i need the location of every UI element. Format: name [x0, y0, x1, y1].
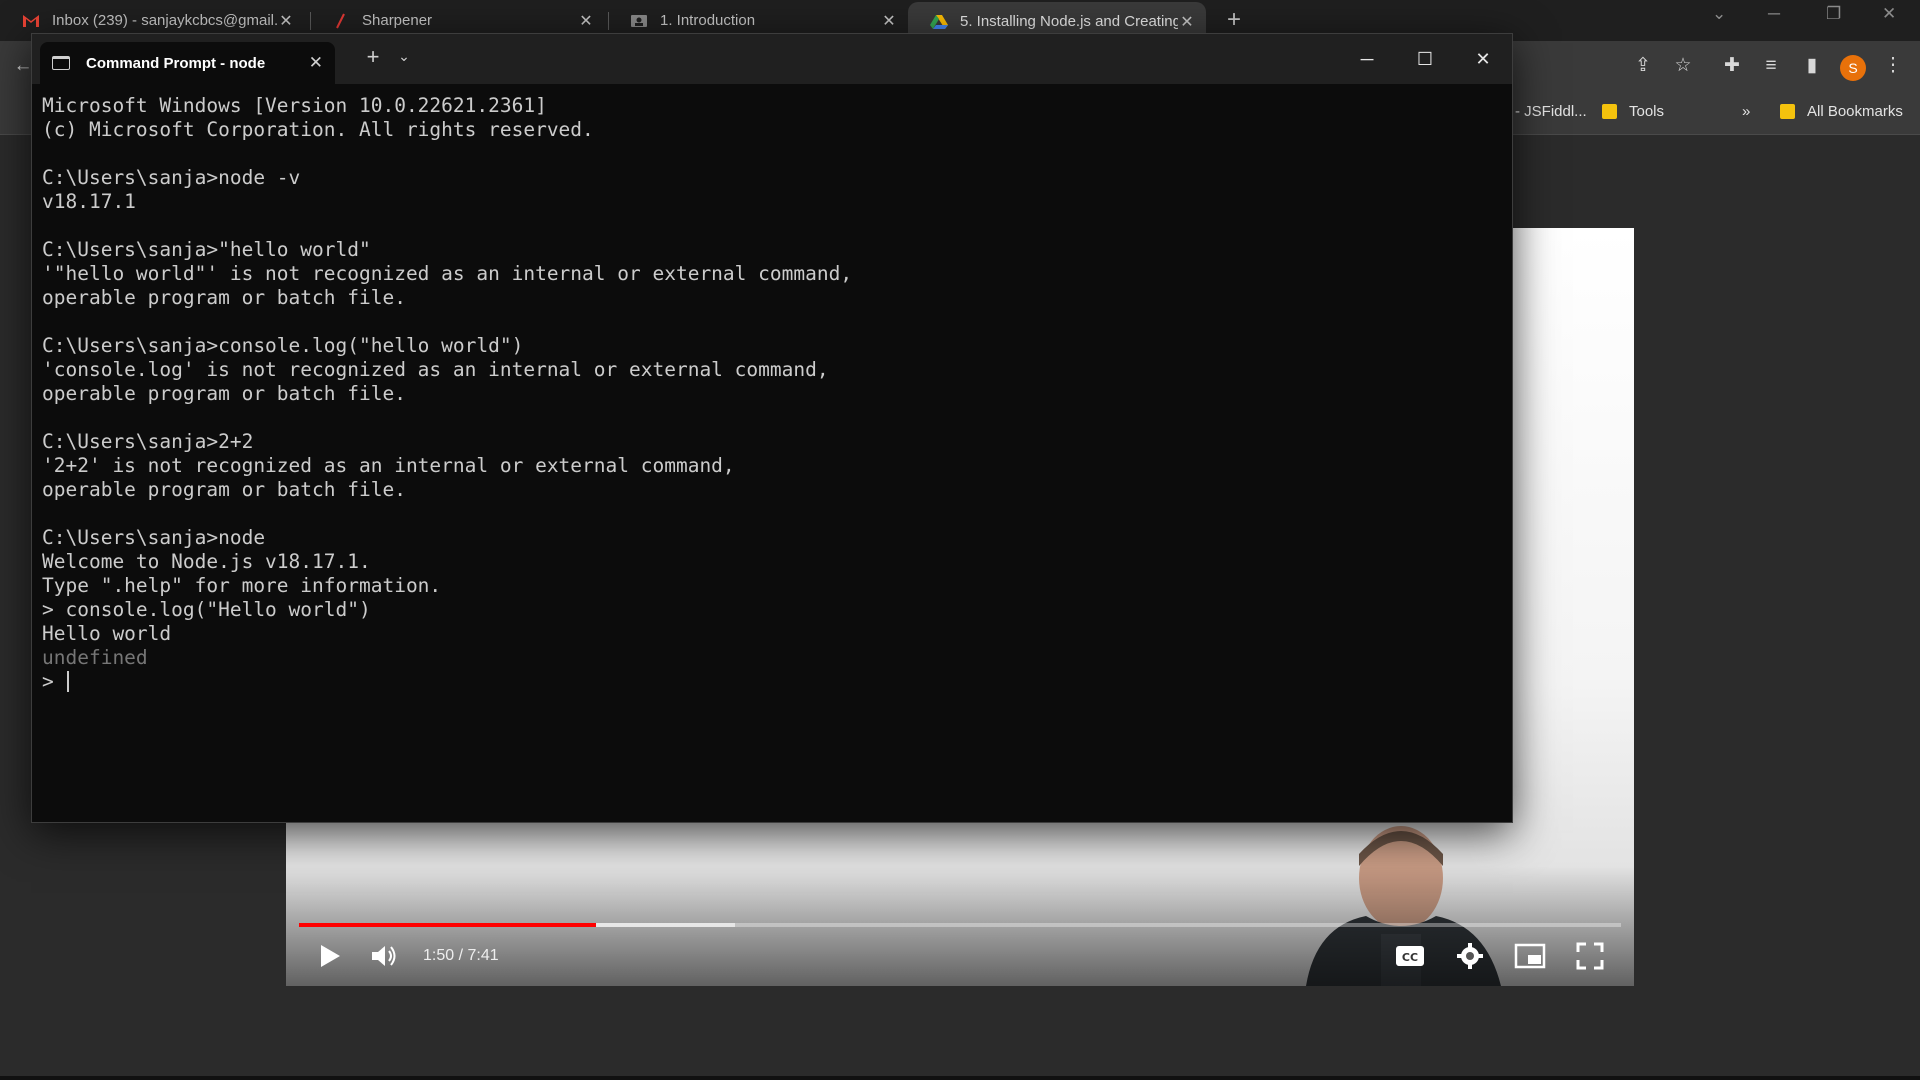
- settings-button[interactable]: [1448, 938, 1492, 974]
- sharpener-icon: [332, 12, 350, 30]
- folder-icon: [1602, 104, 1617, 119]
- text-cursor: [67, 671, 70, 692]
- terminal-line: C:\Users\sanja>console.log("hello world"…: [42, 334, 524, 357]
- terminal-line: Type ".help" for more information.: [42, 574, 442, 597]
- terminal-line: operable program or batch file.: [42, 286, 406, 309]
- new-terminal-tab-button[interactable]: +: [358, 44, 388, 70]
- gmail-icon: [22, 12, 40, 30]
- miniplayer-icon: [1514, 943, 1546, 969]
- terminal-line: C:\Users\sanja>node: [42, 526, 266, 549]
- chevron-down-icon[interactable]: ⌄: [394, 48, 414, 65]
- tab-title: Inbox (239) - sanjaykcbcs@gmail.com: [52, 12, 277, 29]
- close-window-icon[interactable]: ✕: [1460, 44, 1506, 74]
- command-prompt-icon: [52, 56, 70, 70]
- terminal-tab[interactable]: Command Prompt - node ✕: [40, 42, 335, 84]
- restore-icon[interactable]: ❐: [1826, 4, 1841, 24]
- terminal-line: operable program or batch file.: [42, 382, 406, 405]
- terminal-line: v18.17.1: [42, 190, 136, 213]
- terminal-line: C:\Users\sanja>2+2: [42, 430, 254, 453]
- extensions-icon[interactable]: ✚: [1719, 53, 1745, 79]
- terminal-line: Microsoft Windows [Version 10.0.22621.23…: [42, 94, 547, 117]
- tab-title: 1. Introduction: [660, 12, 756, 29]
- tab-search-icon[interactable]: ⌄: [1712, 4, 1726, 24]
- taskbar-edge: [0, 1076, 1920, 1080]
- tab-sharpener[interactable]: Sharpener ✕: [310, 6, 605, 35]
- bookmark-tools[interactable]: Tools: [1602, 103, 1664, 120]
- terminal-line: undefined: [42, 646, 148, 669]
- cc-icon: CC: [1396, 946, 1424, 966]
- fullscreen-icon: [1576, 942, 1604, 970]
- terminal-line: operable program or batch file.: [42, 478, 406, 501]
- terminal-line: '2+2' is not recognized as an internal o…: [42, 454, 735, 477]
- bookmarks-overflow-button[interactable]: »: [1742, 103, 1750, 120]
- new-tab-button[interactable]: +: [1220, 6, 1248, 34]
- avatar[interactable]: S: [1840, 55, 1866, 81]
- captions-button[interactable]: CC: [1388, 938, 1432, 974]
- tab-gmail[interactable]: Inbox (239) - sanjaykcbcs@gmail.com ✕: [0, 6, 305, 35]
- close-icon[interactable]: ✕: [309, 53, 323, 73]
- terminal-title-bar: Command Prompt - node ✕ + ⌄ ─ ☐ ✕: [32, 34, 1512, 84]
- bookmark-label: Tools: [1629, 103, 1665, 120]
- fullscreen-button[interactable]: [1568, 938, 1612, 974]
- terminal-line: Hello world: [42, 622, 172, 645]
- bookmark-jsfiddle[interactable]: - JSFiddl...: [1515, 103, 1587, 120]
- tab-title: Sharpener: [362, 12, 433, 29]
- terminal-line: > console.log("Hello world"): [42, 598, 371, 621]
- tab-title: 5. Installing Node.js and Creating: [960, 13, 1178, 30]
- play-icon: [321, 945, 340, 967]
- gear-icon: [1457, 943, 1483, 969]
- star-icon[interactable]: ☆: [1670, 53, 1696, 79]
- node-prompt: >: [42, 670, 66, 693]
- svg-text:CC: CC: [1402, 951, 1418, 964]
- progress-bar[interactable]: [299, 923, 1621, 927]
- close-icon[interactable]: ✕: [880, 11, 898, 31]
- maximize-icon[interactable]: ☐: [1402, 44, 1448, 74]
- terminal-output[interactable]: Microsoft Windows [Version 10.0.22621.23…: [42, 94, 1502, 812]
- terminal-line: 'console.log' is not recognized as an in…: [42, 358, 829, 381]
- close-icon[interactable]: ✕: [577, 11, 595, 31]
- bookmark-label: - JSFiddl...: [1515, 103, 1587, 120]
- side-panel-icon[interactable]: ▮: [1799, 53, 1825, 79]
- minimize-icon[interactable]: ─: [1344, 44, 1390, 74]
- miniplayer-button[interactable]: [1508, 938, 1552, 974]
- all-bookmarks-button[interactable]: All Bookmarks: [1780, 103, 1903, 120]
- share-icon[interactable]: ⇪: [1630, 53, 1656, 79]
- close-icon[interactable]: ✕: [277, 11, 295, 31]
- menu-icon[interactable]: ⋮: [1880, 53, 1906, 79]
- tab-introduction[interactable]: 1. Introduction ✕: [608, 6, 908, 35]
- drive-icon: [930, 13, 948, 31]
- volume-icon: [372, 946, 396, 966]
- volume-button[interactable]: [362, 938, 406, 974]
- terminal-line: C:\Users\sanja>node -v: [42, 166, 301, 189]
- folder-icon: [1780, 104, 1795, 119]
- play-button[interactable]: [308, 938, 352, 974]
- bookmark-label: All Bookmarks: [1807, 103, 1903, 120]
- close-window-icon[interactable]: ✕: [1882, 4, 1896, 24]
- terminal-line: '"hello world"' is not recognized as an …: [42, 262, 853, 285]
- terminal-prompt-line[interactable]: >: [42, 670, 1502, 694]
- time-display: 1:50 / 7:41: [423, 947, 499, 964]
- reading-list-icon[interactable]: ≡: [1758, 53, 1784, 79]
- chevron-double-right-icon: »: [1742, 103, 1751, 120]
- terminal-line: C:\Users\sanja>"hello world": [42, 238, 371, 261]
- minimize-icon[interactable]: ─: [1768, 4, 1780, 24]
- progress-played: [299, 923, 597, 927]
- close-icon[interactable]: ✕: [1178, 12, 1196, 32]
- terminal-tab-title: Command Prompt - node: [86, 54, 266, 72]
- command-prompt-window[interactable]: Command Prompt - node ✕ + ⌄ ─ ☐ ✕ Micros…: [31, 33, 1513, 823]
- terminal-line: (c) Microsoft Corporation. All rights re…: [42, 118, 594, 141]
- classroom-icon: [630, 12, 648, 30]
- terminal-line: Welcome to Node.js v18.17.1.: [42, 550, 371, 573]
